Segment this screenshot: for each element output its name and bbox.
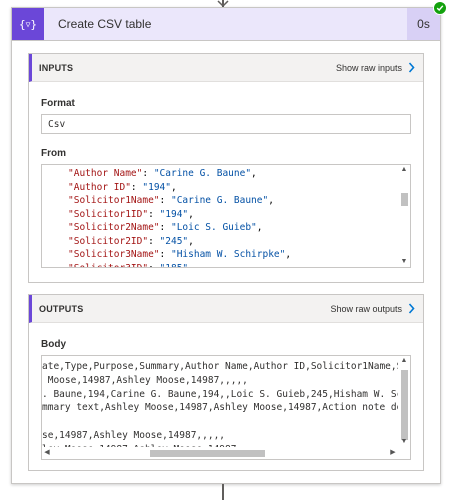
json-key: "Solicitor3Name" — [68, 249, 160, 260]
code-line: "Solicitor3ID": "185", — [68, 262, 291, 268]
chevron-right-icon — [408, 62, 415, 73]
scroll-up-icon[interactable]: ▲ — [400, 357, 408, 365]
json-value: "Loic S. Guieb" — [170, 222, 257, 233]
inputs-title: INPUTS — [39, 62, 74, 73]
json-value: "194" — [159, 208, 189, 220]
success-check-icon — [433, 1, 447, 15]
format-field[interactable]: Csv — [41, 114, 411, 134]
code-line: "Author ID": "194", — [68, 181, 177, 193]
code-line: mmary text,Ashley Moose,14987,Ashley Moo… — [42, 402, 411, 414]
body-horizontal-scrollbar[interactable]: ◀ ▶ — [42, 447, 398, 459]
action-card: {▽} Create CSV table 0s INPUTS Show raw … — [11, 1, 447, 484]
code-line: "Author Name": "Carine G. Baune", — [68, 168, 257, 179]
code-line: . Baune,194,Carine G. Baune,194,,Loic S.… — [42, 388, 411, 400]
code-line: "Solicitor1Name": "Carine G. Baune", — [68, 195, 274, 206]
show-raw-inputs-label: Show raw inputs — [335, 62, 402, 73]
json-key: "Author ID" — [68, 181, 131, 193]
code-line: ate,Type,Purpose,Summary,Author Name,Aut… — [42, 361, 411, 372]
flow-connector-bottom — [222, 484, 224, 500]
json-key: "Solicitor2ID" — [68, 235, 149, 247]
outputs-section-header: OUTPUTS Show raw outputs — [29, 295, 423, 323]
scroll-up-icon[interactable]: ▲ — [400, 166, 408, 174]
inputs-section-header: INPUTS Show raw inputs — [29, 54, 423, 82]
csv-table-icon: {▽} — [12, 8, 44, 40]
json-value: "185" — [159, 262, 189, 268]
json-value: "245" — [159, 235, 189, 247]
code-line: "Solicitor1ID": "194", — [68, 208, 194, 220]
outputs-section: OUTPUTS Show raw outputs Body ate,Type,P… — [28, 294, 424, 471]
scrollbar-thumb[interactable] — [401, 193, 408, 206]
json-key: "Solicitor3ID" — [68, 262, 149, 268]
json-value: "Hisham W. Schirpke" — [170, 249, 286, 260]
json-key: "Solicitor2Name" — [68, 222, 160, 233]
chevron-right-icon — [408, 303, 415, 314]
json-value: "Carine G. Baune" — [170, 195, 269, 206]
inputs-section: INPUTS Show raw inputs Format Csv From "… — [28, 53, 424, 283]
format-label: Format — [41, 98, 75, 109]
json-value: "194" — [142, 181, 171, 193]
code-line: Moose,14987,Ashley Moose,14987,,,,, — [42, 374, 248, 386]
show-raw-outputs-label: Show raw outputs — [330, 303, 402, 314]
scrollbar-thumb[interactable] — [401, 370, 408, 440]
from-code-box[interactable]: "Author Name": "Carine G. Baune", "Author… — [41, 164, 411, 268]
scroll-down-icon[interactable]: ▼ — [400, 258, 408, 266]
body-code-lines: ate,Type,Purpose,Summary,Author Name,Aut… — [42, 360, 411, 457]
scroll-down-icon[interactable]: ▼ — [400, 438, 408, 446]
code-line: "Solicitor2ID": "245", — [68, 235, 194, 247]
json-key: "Solicitor1ID" — [68, 208, 149, 220]
show-raw-inputs-link[interactable]: Show raw inputs — [336, 62, 415, 73]
scroll-right-icon[interactable]: ▶ — [389, 449, 397, 457]
json-key: "Author Name" — [68, 168, 143, 179]
body-code-box[interactable]: ate,Type,Purpose,Summary,Author Name,Aut… — [41, 355, 411, 460]
body-vertical-scrollbar[interactable]: ▲ ▼ — [398, 356, 410, 459]
scroll-left-icon[interactable]: ◀ — [43, 449, 51, 457]
action-header[interactable]: {▽} Create CSV table 0s — [12, 1, 447, 41]
show-raw-outputs-link[interactable]: Show raw outputs — [330, 303, 415, 314]
scrollbar-thumb[interactable] — [150, 450, 265, 457]
action-title: Create CSV table — [58, 17, 152, 31]
json-value: "Carine G. Baune" — [153, 168, 252, 179]
body-label: Body — [41, 339, 66, 350]
code-line: "Solicitor3Name": "Hisham W. Schirpke", — [68, 249, 292, 260]
from-vertical-scrollbar[interactable]: ▲ ▼ — [398, 165, 410, 267]
code-line: se,14987,Ashley Moose,14987,,,,, — [42, 429, 226, 441]
json-key: "Solicitor1Name" — [68, 195, 160, 206]
from-code-lines: "Author Name": "Carine G. Baune", "Author… — [68, 167, 292, 268]
outputs-title: OUTPUTS — [39, 303, 84, 314]
code-line: "Solicitor2Name": "Loic S. Guieb", — [68, 222, 263, 233]
from-label: From — [41, 148, 66, 159]
